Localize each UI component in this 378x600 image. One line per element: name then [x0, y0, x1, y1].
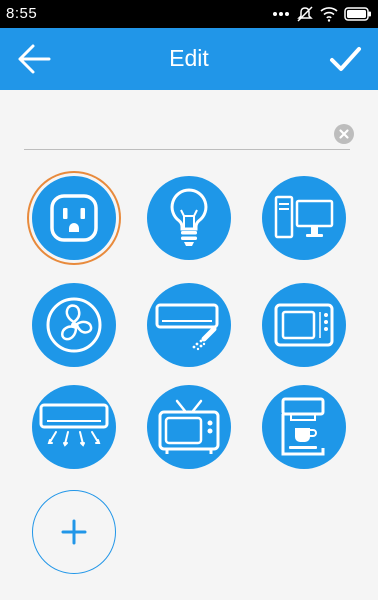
- light-bulb-icon: [170, 188, 208, 246]
- wifi-icon: [320, 7, 338, 22]
- mute-icon: [297, 6, 313, 22]
- device-air-conditioner-tile[interactable]: [147, 283, 231, 367]
- clear-circle-icon: [339, 129, 349, 139]
- air-conditioner-icon: [155, 303, 219, 351]
- app-bar: Edit: [0, 28, 378, 90]
- status-bar: 8:55: [0, 0, 378, 28]
- name-input-underline: [24, 149, 350, 150]
- confirm-button[interactable]: [328, 42, 362, 76]
- device-coffee-machine-tile[interactable]: [262, 385, 346, 469]
- name-field: [24, 118, 354, 150]
- device-outlet-tile[interactable]: [32, 176, 116, 260]
- coffee-machine-icon: [281, 397, 325, 456]
- outlet-icon: [50, 194, 98, 242]
- device-computer-tile[interactable]: [262, 176, 346, 260]
- more-dots-icon: [273, 12, 289, 16]
- page-title: Edit: [169, 45, 209, 71]
- device-light-bulb-tile[interactable]: [147, 176, 231, 260]
- battery-icon: [344, 7, 371, 21]
- checkmark-icon: [330, 47, 361, 71]
- microwave-icon: [274, 303, 334, 347]
- status-icons: [272, 5, 372, 23]
- name-input[interactable]: [24, 118, 324, 148]
- add-device-button[interactable]: [32, 490, 116, 574]
- plus-icon: [61, 519, 87, 545]
- computer-icon: [274, 195, 334, 239]
- clear-button[interactable]: [334, 124, 354, 144]
- air-conditioner-airflow-icon: [39, 403, 109, 447]
- television-icon: [158, 399, 220, 454]
- device-fan-tile[interactable]: [32, 283, 116, 367]
- device-television-tile[interactable]: [147, 385, 231, 469]
- fan-icon: [46, 297, 102, 353]
- status-time: 8:55: [6, 5, 38, 22]
- device-air-conditioner-airflow-tile[interactable]: [32, 385, 116, 469]
- device-microwave-tile[interactable]: [262, 283, 346, 367]
